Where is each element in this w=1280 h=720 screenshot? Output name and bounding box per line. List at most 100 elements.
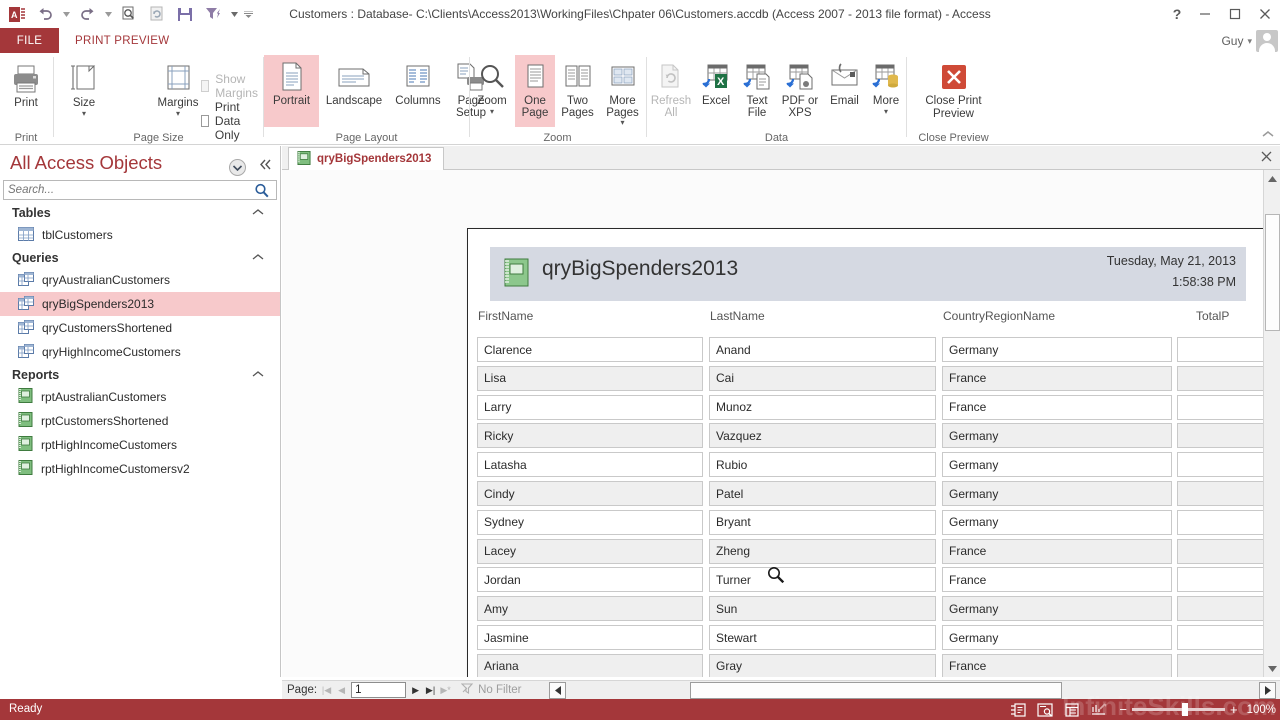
filter-dropdown-icon[interactable] <box>228 2 240 26</box>
minimize-button[interactable] <box>1190 0 1220 28</box>
nav-item-rpthighincomecustomersv2[interactable]: rptHighIncomeCustomersv2 <box>0 457 280 481</box>
landscape-button[interactable]: Landscape <box>319 55 389 127</box>
no-filter-button[interactable]: No Filter <box>460 682 522 698</box>
undo-icon[interactable] <box>32 2 58 26</box>
zoom-button[interactable]: Zoom ▾ <box>470 55 514 135</box>
print-preview-canvas[interactable]: qryBigSpenders2013 Tuesday, May 21, 2013… <box>282 170 1263 677</box>
show-margins-checkbox-row[interactable]: Show Margins <box>201 72 263 100</box>
excel-button[interactable]: X Excel <box>695 55 737 127</box>
scroll-up-button[interactable] <box>1264 170 1280 187</box>
portrait-button-label: Portrait <box>272 95 311 107</box>
print-preview-icon[interactable] <box>116 2 142 26</box>
report-date: Tuesday, May 21, 2013 <box>1106 254 1236 268</box>
nav-item-rptcustomersshortened[interactable]: rptCustomersShortened <box>0 409 280 433</box>
vertical-scrollbar-thumb[interactable] <box>1265 214 1280 331</box>
nav-group-reports[interactable]: Reports <box>0 364 280 385</box>
print-data-only-checkbox[interactable] <box>201 115 209 127</box>
scroll-left-button[interactable] <box>549 682 566 699</box>
nav-search-box[interactable] <box>3 180 277 200</box>
chevron-up-icon[interactable] <box>252 207 264 219</box>
nav-item-qryaustraliancustomers[interactable]: qryAustralianCustomers <box>0 268 280 292</box>
status-text: Ready <box>9 703 43 715</box>
margins-button[interactable]: Margins ▾ <box>150 57 206 135</box>
first-page-button[interactable]: |◀ <box>321 685 332 696</box>
last-page-button[interactable]: ▶| <box>425 685 436 696</box>
filter-icon[interactable] <box>200 2 226 26</box>
portrait-button[interactable]: Portrait <box>264 55 319 127</box>
layout-view-icon[interactable] <box>1060 699 1084 720</box>
more-data-button[interactable]: More ▾ <box>866 55 906 135</box>
pdf-or-xps-button[interactable]: PDF or XPS <box>777 55 823 135</box>
text-file-button[interactable]: Text File <box>737 55 777 135</box>
chevron-up-icon[interactable] <box>252 252 264 264</box>
nav-group-queries[interactable]: Queries <box>0 247 280 268</box>
table-cell: Germany <box>942 625 1172 650</box>
zoom-slider-control[interactable]: − + 100% <box>1119 703 1276 716</box>
table-cell <box>1177 452 1263 478</box>
one-page-button[interactable]: One Page <box>515 55 555 127</box>
nav-item-qrycustomersshortened[interactable]: qryCustomersShortened <box>0 316 280 340</box>
close-button[interactable] <box>1250 0 1280 28</box>
undo-dropdown-icon[interactable] <box>60 2 72 26</box>
size-button[interactable]: Size ▾ <box>62 57 106 135</box>
tab-file[interactable]: FILE <box>0 28 59 53</box>
user-dropdown-icon[interactable]: ▾ <box>1247 36 1252 47</box>
access-logo-icon[interactable]: A <box>4 2 30 26</box>
zoom-in-button[interactable]: + <box>1230 703 1238 716</box>
search-icon[interactable] <box>246 183 276 198</box>
nav-group-tables[interactable]: Tables <box>0 202 280 223</box>
nav-item-qrybigspenders2013[interactable]: qryBigSpenders2013 <box>0 292 280 316</box>
maximize-button[interactable] <box>1220 0 1250 28</box>
document-tab-qrybigspenders2013[interactable]: qryBigSpenders2013 <box>288 147 445 170</box>
new-page-button[interactable]: ▶* <box>440 685 451 696</box>
help-icon[interactable]: ? <box>1164 0 1190 28</box>
size-dropdown-icon[interactable]: ▾ <box>82 110 86 118</box>
report-view-icon[interactable] <box>1006 699 1030 720</box>
tab-print-preview[interactable]: PRINT PREVIEW <box>62 28 183 53</box>
refresh-icon[interactable] <box>144 2 170 26</box>
nav-item-rpthighincomecustomers[interactable]: rptHighIncomeCustomers <box>0 433 280 457</box>
columns-button[interactable]: Columns <box>389 55 447 127</box>
zoom-slider-track[interactable] <box>1131 703 1225 716</box>
print-button[interactable]: Print <box>2 57 50 127</box>
page-number-input[interactable] <box>351 682 407 698</box>
more-data-dropdown-icon[interactable]: ▾ <box>884 108 888 116</box>
horizontal-scrollbar[interactable] <box>545 680 1280 699</box>
save-icon[interactable] <box>172 2 198 26</box>
user-account-area[interactable]: Guy ▾ <box>1221 28 1278 54</box>
chevron-down-icon[interactable] <box>229 159 246 176</box>
previous-page-button[interactable]: ◀ <box>336 685 347 696</box>
avatar[interactable] <box>1256 30 1278 52</box>
zoom-out-button[interactable]: − <box>1119 703 1127 716</box>
vertical-scrollbar[interactable] <box>1263 170 1280 677</box>
close-print-preview-button[interactable]: Close Print Preview <box>907 55 1000 135</box>
redo-icon[interactable] <box>74 2 100 26</box>
horizontal-scrollbar-thumb[interactable] <box>690 682 1062 699</box>
collapse-ribbon-icon[interactable] <box>1262 130 1274 142</box>
nav-item-qryhighincomecustomers[interactable]: qryHighIncomeCustomers <box>0 340 280 364</box>
zoom-dropdown-icon[interactable]: ▾ <box>490 108 494 116</box>
refresh-all-button[interactable]: Refresh All <box>647 55 695 135</box>
more-pages-dropdown-icon[interactable]: ▾ <box>620 119 624 127</box>
show-margins-checkbox[interactable] <box>201 80 210 92</box>
zoom-slider-thumb[interactable] <box>1181 703 1188 716</box>
customize-qat-icon[interactable] <box>242 2 254 26</box>
next-page-button[interactable]: ▶ <box>410 685 421 696</box>
zoom-level-label[interactable]: 100% <box>1247 704 1276 716</box>
design-view-icon[interactable] <box>1087 699 1111 720</box>
chevron-up-icon[interactable] <box>252 369 264 381</box>
nav-item-tblcustomers[interactable]: tblCustomers <box>0 223 280 247</box>
scroll-right-button[interactable] <box>1259 682 1276 699</box>
more-pages-button[interactable]: More Pages ▾ <box>600 55 645 135</box>
search-input[interactable] <box>8 181 247 199</box>
print-preview-view-icon[interactable] <box>1033 699 1057 720</box>
email-button[interactable]: Email <box>823 55 866 127</box>
table-cell: Bryant <box>709 509 936 535</box>
redo-dropdown-icon[interactable] <box>102 2 114 26</box>
double-chevron-left-icon[interactable] <box>259 159 272 173</box>
nav-item-rptaustraliancustomers[interactable]: rptAustralianCustomers <box>0 385 280 409</box>
two-pages-button[interactable]: Two Pages <box>555 55 600 127</box>
margins-dropdown-icon[interactable]: ▾ <box>176 110 180 118</box>
close-document-icon[interactable] <box>1261 151 1272 165</box>
scroll-down-button[interactable] <box>1264 660 1280 677</box>
